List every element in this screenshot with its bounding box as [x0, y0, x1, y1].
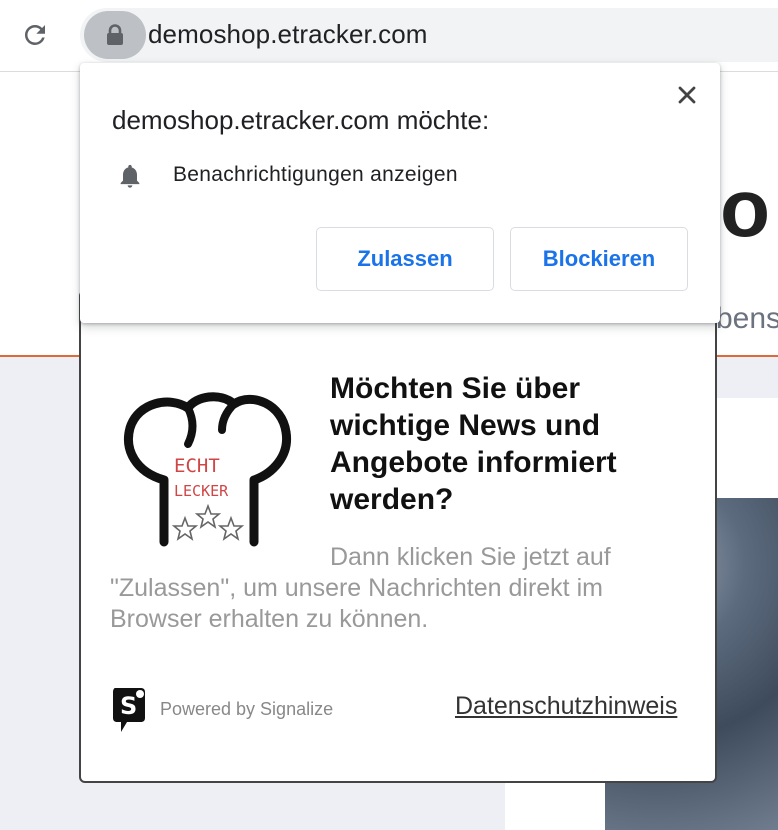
close-button[interactable]: [672, 80, 702, 110]
prompt-title: demoshop.etracker.com möchte:: [112, 105, 490, 135]
bell-icon: [120, 164, 140, 188]
logo-text-lecker: LECKER: [174, 482, 229, 500]
powered-by-text: Powered by Signalize: [160, 699, 334, 719]
signalize-title: Möchten Sie über wichtige News und Angeb…: [330, 372, 617, 516]
close-icon: [678, 86, 696, 104]
allow-button[interactable]: Zulassen: [316, 227, 494, 291]
permission-label: Benachrichtigungen anzeigen: [173, 163, 458, 186]
reload-icon[interactable]: [18, 18, 52, 52]
block-button[interactable]: Blockieren: [510, 227, 688, 291]
logo-text-echt: ECHT: [174, 455, 220, 477]
signalize-body-text: Dann klicken Sie jetzt auf "Zulassen", u…: [110, 543, 611, 633]
svg-text:S: S: [120, 692, 137, 720]
page-subtitle-fragment: bens: [716, 302, 778, 335]
page-heading-fragment: o: [720, 163, 771, 254]
echt-lecker-logo: ECHT LECKER: [124, 392, 292, 547]
url-text[interactable]: demoshop.etracker.com: [148, 19, 428, 50]
privacy-link[interactable]: Datenschutzhinweis: [455, 692, 677, 721]
site-info-button[interactable]: [84, 11, 146, 59]
signalize-body: Dann klicken Sie jetzt auf "Zulassen", u…: [110, 542, 690, 635]
signalize-logo-icon: S: [113, 688, 145, 732]
lock-icon: [107, 24, 123, 45]
